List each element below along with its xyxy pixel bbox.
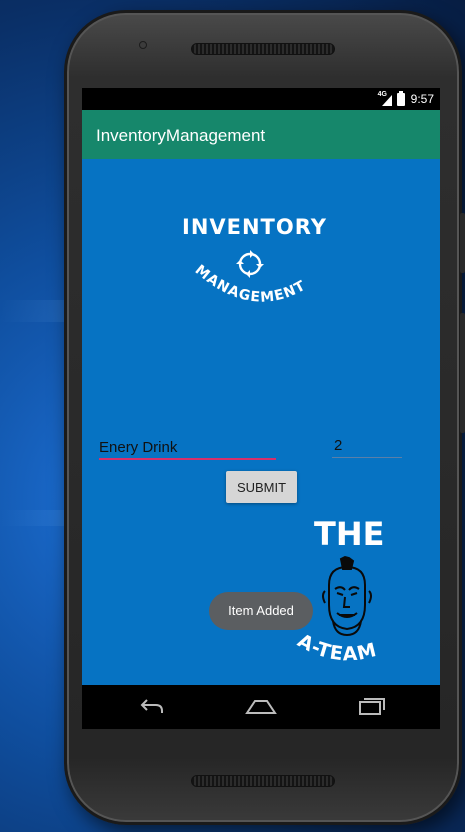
bottom-speaker [191, 775, 335, 787]
status-bar: 4G 9:57 [82, 88, 440, 110]
recents-icon[interactable] [351, 693, 391, 721]
battery-icon [396, 90, 405, 106]
top-speaker [191, 43, 335, 55]
navigation-bar [82, 685, 440, 729]
logo-subtitle-arc: MANAGEMENT [192, 262, 309, 306]
signal-icon: 4G [378, 91, 394, 106]
app-bar: InventoryManagement [82, 110, 440, 159]
volume-button [460, 313, 465, 433]
main-content: INVENTORY MANAGEMENT Enery Drink 2 SUBMI… [82, 159, 440, 685]
svg-text:MANAGEMENT: MANAGEMENT [192, 262, 309, 306]
home-icon[interactable] [241, 693, 281, 721]
device-screen: 4G 9:57 InventoryManagement INVENTORY MA… [82, 88, 440, 729]
status-time: 9:57 [410, 92, 434, 106]
submit-button[interactable]: SUBMIT [226, 471, 297, 503]
team-logo-bottom: A-TEAM [294, 630, 378, 666]
power-button [460, 213, 465, 273]
face-illustration [322, 555, 372, 637]
item-name-input[interactable] [99, 434, 276, 460]
app-title: InventoryManagement [96, 126, 266, 145]
svg-text:A-TEAM: A-TEAM [294, 630, 379, 666]
team-logo-bottom-arc: A-TEAM [294, 630, 379, 666]
back-icon[interactable] [132, 693, 172, 721]
quantity-input[interactable] [332, 432, 402, 458]
logo-title: INVENTORY [182, 215, 327, 239]
front-camera [139, 41, 147, 49]
toast-message: Item Added [209, 592, 313, 630]
team-logo-top: THE [314, 515, 385, 553]
logo-subtitle: MANAGEMENT [192, 262, 308, 306]
